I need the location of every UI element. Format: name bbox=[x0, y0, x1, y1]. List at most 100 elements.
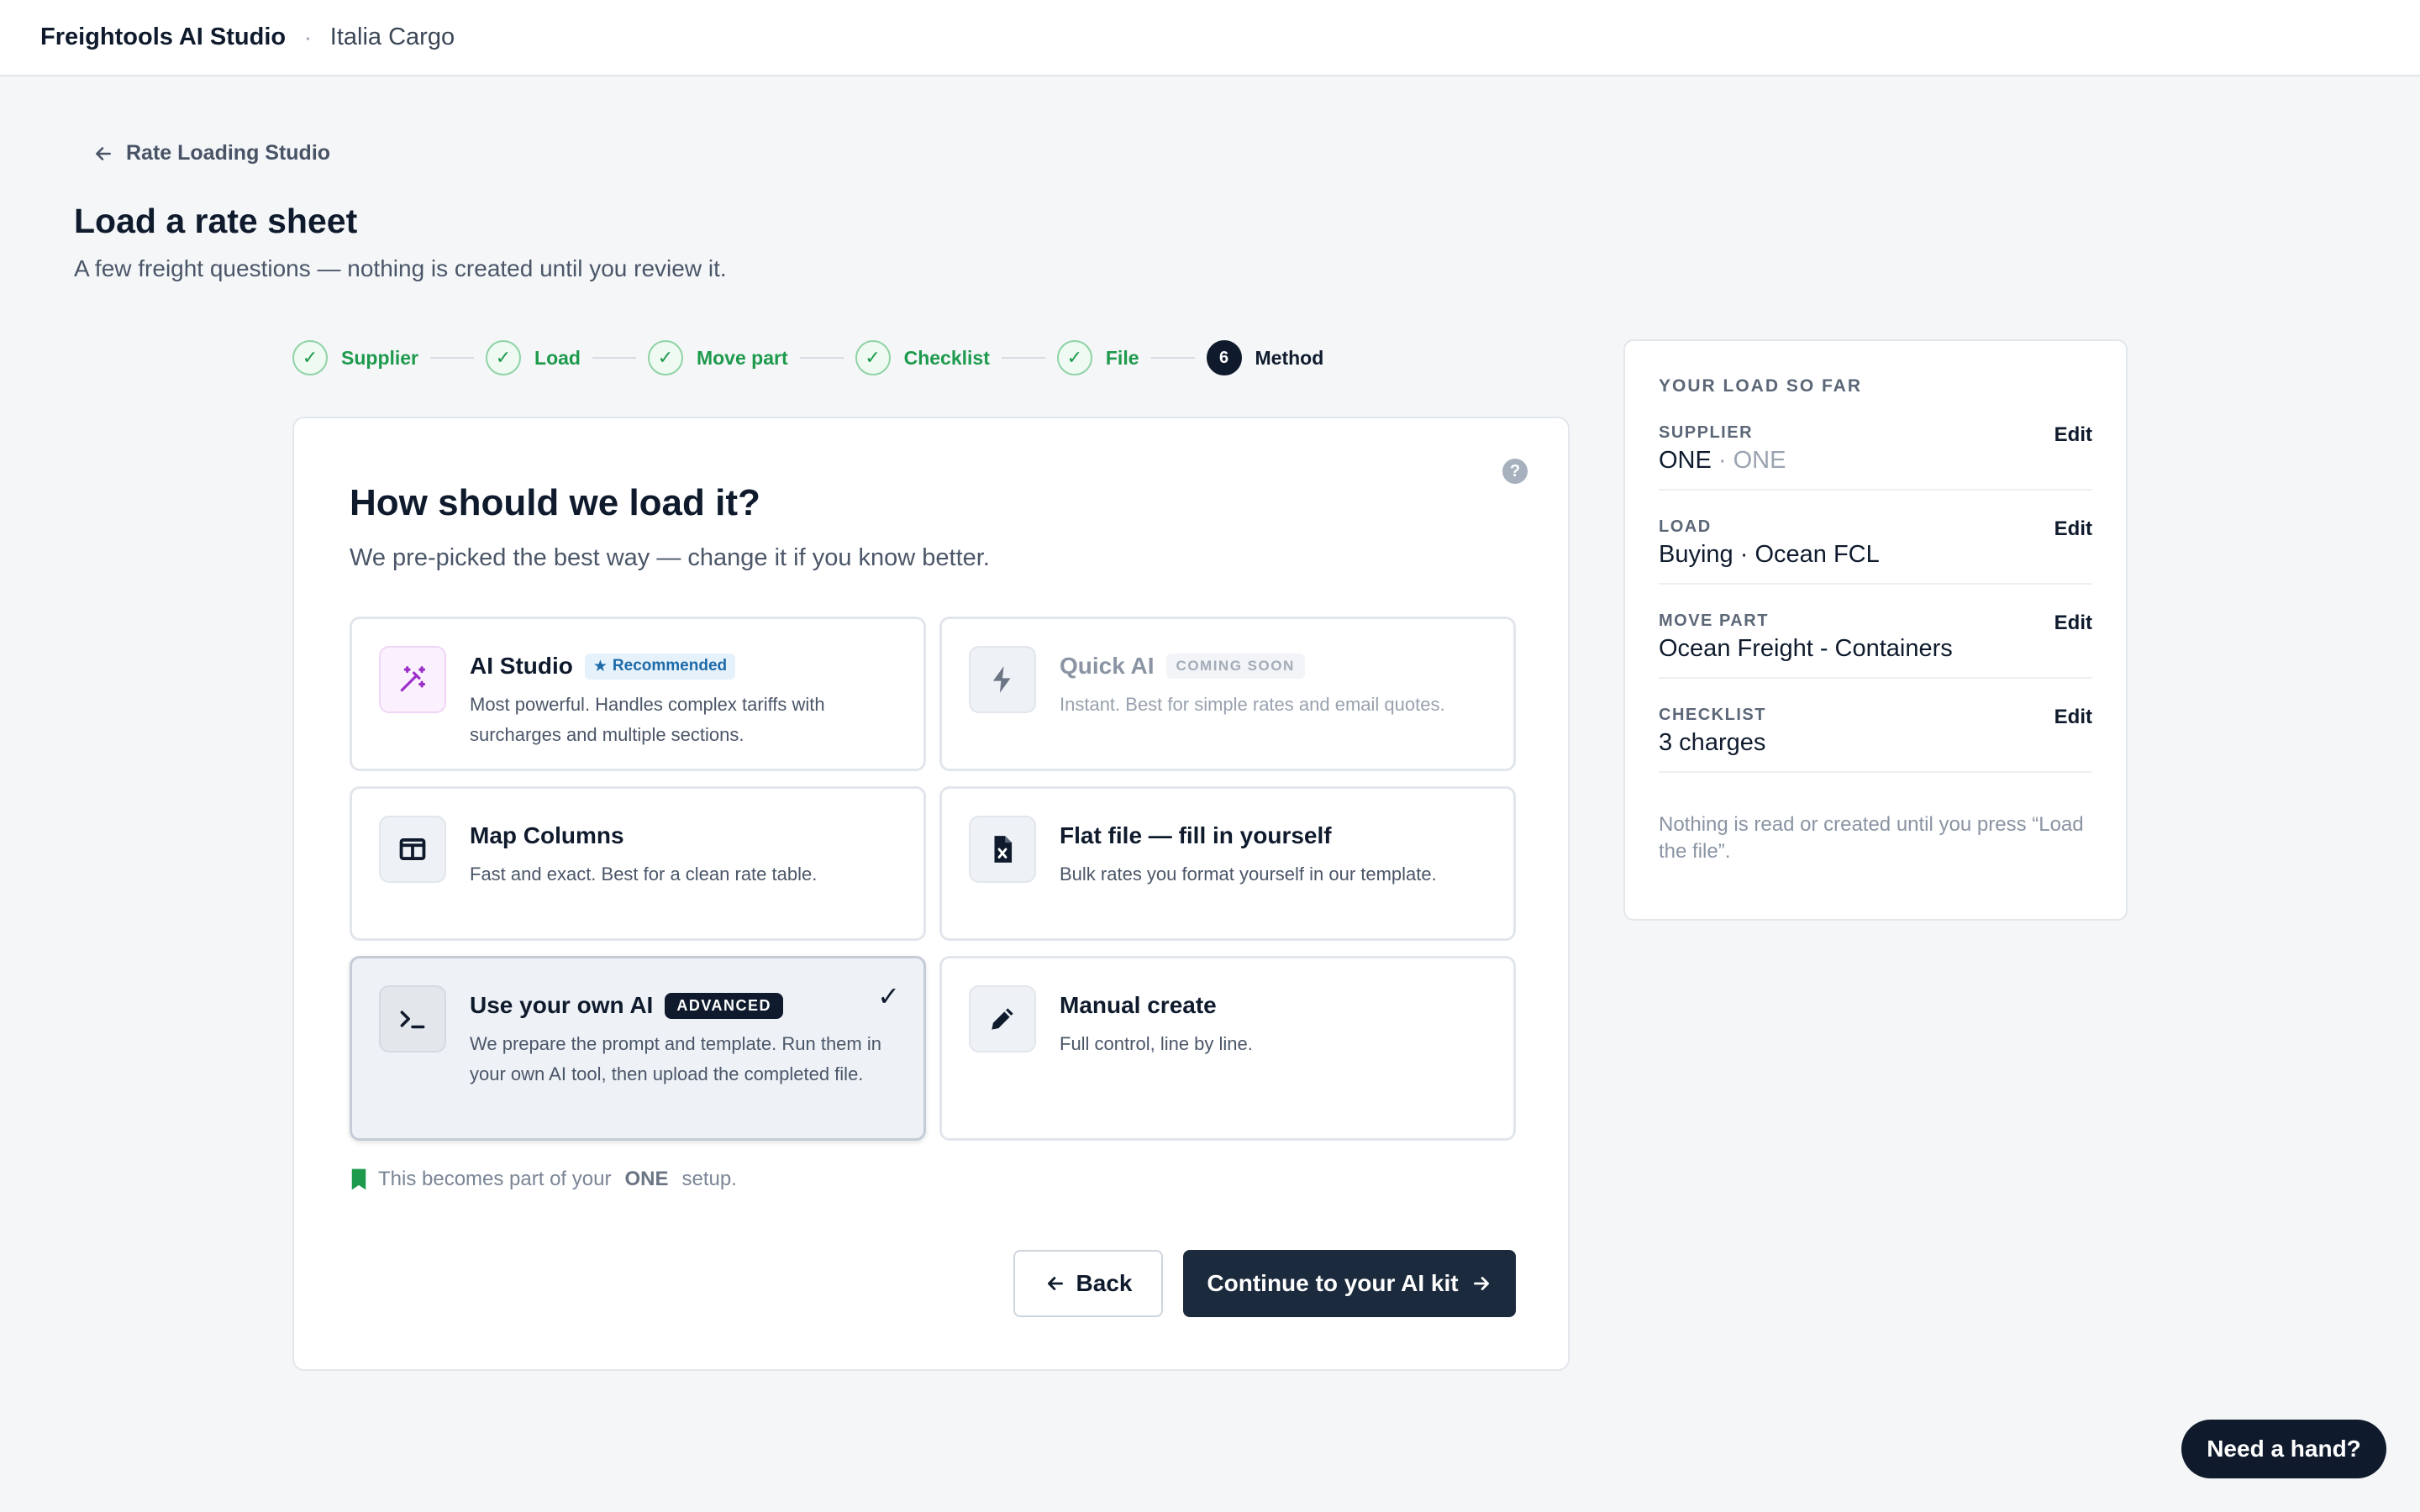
step-connector bbox=[1150, 357, 1195, 359]
top-bar: Freightools AI Studio · Italia Cargo bbox=[0, 0, 2420, 76]
summary-row-load: LOAD Buying · Ocean FCL Edit bbox=[1659, 491, 2092, 585]
summary-value: Buying · Ocean FCL bbox=[1659, 541, 1880, 568]
edit-move-part-link[interactable]: Edit bbox=[2054, 612, 2092, 635]
note-suffix: setup. bbox=[681, 1168, 737, 1190]
step-file[interactable]: ✓ File bbox=[1056, 340, 1139, 375]
step-checklist[interactable]: ✓ Checklist bbox=[855, 340, 990, 375]
summary-value: ONE · ONE bbox=[1659, 447, 1786, 475]
arrow-right-icon bbox=[1473, 1277, 1489, 1290]
check-icon: ✓ bbox=[1056, 340, 1092, 375]
option-description: We prepare the prompt and template. Run … bbox=[470, 1033, 881, 1084]
pencil-icon bbox=[969, 985, 1036, 1053]
step-load[interactable]: ✓ Load bbox=[486, 340, 581, 375]
back-button[interactable]: Back bbox=[1013, 1250, 1163, 1317]
star-icon: ★ bbox=[592, 657, 608, 675]
progress-stepper: ✓ Supplier ✓ Load ✓ Move part ✓ Checklis… bbox=[292, 339, 1323, 376]
summary-row-checklist: CHECKLIST 3 charges Edit bbox=[1659, 679, 2092, 773]
option-description: Most powerful. Handles complex tariffs w… bbox=[470, 694, 825, 745]
help-icon[interactable]: ? bbox=[1502, 459, 1528, 484]
option-title: Map Columns bbox=[470, 822, 624, 848]
summary-label: SUPPLIER bbox=[1659, 423, 1754, 442]
page-title: Load a rate sheet bbox=[74, 202, 358, 240]
summary-label: MOVE PART bbox=[1659, 612, 1769, 630]
badge-label: Recommended bbox=[612, 657, 728, 675]
excel-file-icon bbox=[969, 816, 1036, 883]
edit-checklist-link[interactable]: Edit bbox=[2054, 706, 2092, 729]
lightning-icon bbox=[969, 646, 1036, 713]
step-method: 6 Method bbox=[1206, 340, 1324, 375]
check-icon: ✓ bbox=[647, 340, 683, 375]
page-subtitle: A few freight questions — nothing is cre… bbox=[74, 255, 727, 281]
magic-wand-icon bbox=[379, 646, 446, 713]
option-description: Instant. Best for simple rates and email… bbox=[1060, 694, 1445, 715]
summary-label: LOAD bbox=[1659, 517, 1712, 536]
header-separator: · bbox=[304, 24, 312, 50]
step-supplier[interactable]: ✓ Supplier bbox=[292, 340, 418, 375]
arrow-left-icon bbox=[1047, 1277, 1063, 1290]
columns-icon bbox=[379, 816, 446, 883]
option-description: Fast and exact. Best for a clean rate ta… bbox=[470, 864, 818, 885]
advanced-badge: ADVANCED bbox=[665, 992, 783, 1019]
option-title: Use your own AI bbox=[470, 992, 654, 1018]
summary-row-supplier: SUPPLIER ONE · ONE Edit bbox=[1659, 396, 2092, 491]
option-ai-studio[interactable]: AI Studio ★ Recommended Most powerful. Ha… bbox=[350, 617, 926, 771]
question-title: How should we load it? bbox=[350, 482, 760, 523]
summary-row-move-part: MOVE PART Ocean Freight - Containers Edi… bbox=[1659, 585, 2092, 679]
option-map-columns[interactable]: Map Columns Fast and exact. Best for a c… bbox=[350, 786, 926, 941]
step-connector bbox=[799, 357, 844, 359]
org-name: Italia Cargo bbox=[329, 24, 455, 50]
summary-label: CHECKLIST bbox=[1659, 706, 1766, 724]
setup-note: This becomes part of your ONE setup. bbox=[350, 1168, 737, 1191]
summary-footer: Nothing is read or created until you pre… bbox=[1659, 813, 2084, 863]
option-title: AI Studio bbox=[470, 653, 573, 679]
continue-button-label: Continue to your AI kit bbox=[1207, 1270, 1459, 1296]
option-description: Bulk rates you format yourself in our te… bbox=[1060, 864, 1437, 885]
bookmark-icon bbox=[351, 1168, 366, 1190]
terminal-icon bbox=[379, 985, 446, 1053]
step-label: Supplier bbox=[341, 346, 419, 369]
step-connector bbox=[1001, 357, 1045, 359]
step-connector bbox=[592, 357, 636, 359]
selected-check-icon: ✓ bbox=[877, 981, 900, 1011]
option-title: Flat file — fill in yourself bbox=[1060, 822, 1332, 848]
option-title: Manual create bbox=[1060, 992, 1217, 1018]
option-quick-ai: Quick AI COMING SOON Instant. Best for s… bbox=[939, 617, 1516, 771]
step-label: Move part bbox=[696, 346, 788, 369]
app-name[interactable]: Freightools AI Studio bbox=[40, 24, 286, 51]
step-label: Load bbox=[534, 346, 581, 369]
method-card: ? How should we load it? We pre-picked t… bbox=[292, 417, 1570, 1371]
step-label: Checklist bbox=[903, 346, 990, 369]
note-prefix: This becomes part of your bbox=[378, 1168, 612, 1190]
step-connector bbox=[430, 357, 475, 359]
question-subtitle: We pre-picked the best way — change it i… bbox=[350, 544, 990, 571]
step-label: Method bbox=[1255, 346, 1324, 369]
step-move-part[interactable]: ✓ Move part bbox=[647, 340, 788, 375]
summary-heading: YOUR LOAD SO FAR bbox=[1659, 376, 1863, 396]
back-button-label: Back bbox=[1076, 1270, 1133, 1296]
option-title: Quick AI bbox=[1060, 653, 1155, 679]
recommended-badge: ★ Recommended bbox=[584, 653, 736, 680]
note-supplier: ONE bbox=[624, 1168, 669, 1190]
step-label: File bbox=[1105, 346, 1139, 369]
need-a-hand-button[interactable]: Need a hand? bbox=[2181, 1420, 2386, 1478]
check-icon: ✓ bbox=[855, 340, 891, 375]
edit-supplier-link[interactable]: Edit bbox=[2054, 423, 2092, 447]
arrow-left-icon bbox=[96, 146, 111, 160]
edit-load-link[interactable]: Edit bbox=[2054, 517, 2092, 541]
continue-button[interactable]: Continue to your AI kit bbox=[1183, 1250, 1516, 1317]
load-summary-panel: YOUR LOAD SO FAR SUPPLIER ONE · ONE Edit… bbox=[1623, 339, 2128, 921]
option-manual-create[interactable]: Manual create Full control, line by line… bbox=[939, 956, 1516, 1141]
summary-value-main: ONE bbox=[1659, 447, 1712, 474]
coming-soon-badge: COMING SOON bbox=[1165, 654, 1305, 679]
summary-value-muted: · ONE bbox=[1718, 447, 1786, 474]
option-flat-file[interactable]: Flat file — fill in yourself Bulk rates … bbox=[939, 786, 1516, 941]
option-description: Full control, line by line. bbox=[1060, 1033, 1253, 1054]
option-use-your-own-ai[interactable]: Use your own AI ADVANCED We prepare the … bbox=[350, 956, 926, 1141]
step-number: 6 bbox=[1206, 340, 1242, 375]
back-link-label: Rate Loading Studio bbox=[126, 141, 331, 165]
back-to-studio-link[interactable]: Rate Loading Studio bbox=[92, 141, 330, 165]
summary-value: Ocean Freight - Containers bbox=[1659, 635, 1953, 662]
check-icon: ✓ bbox=[486, 340, 522, 375]
summary-value: 3 charges bbox=[1659, 729, 1766, 756]
check-icon: ✓ bbox=[292, 340, 328, 375]
